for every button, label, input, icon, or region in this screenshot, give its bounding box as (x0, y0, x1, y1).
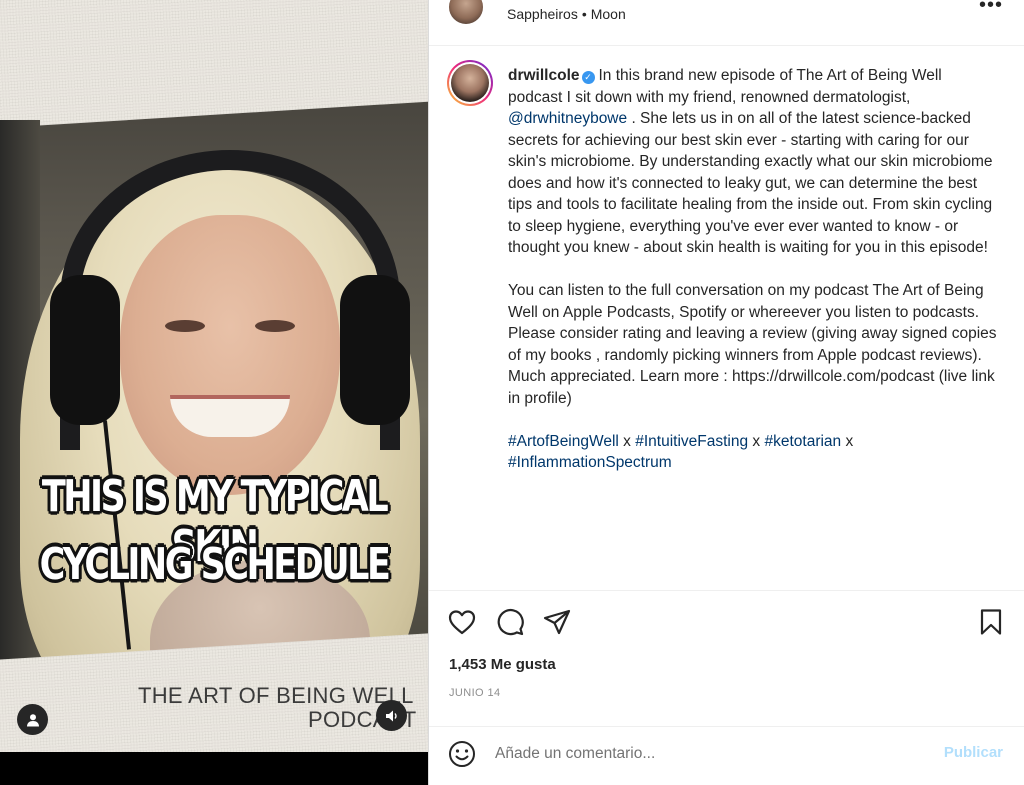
comment-input[interactable] (495, 741, 915, 767)
post-header: Sappheiros • Moon ••• (429, 0, 1024, 46)
caption-part: . She lets us in on all of the latest sc… (508, 110, 993, 256)
caption-paragraph: drwillcole ✓ In this brand new episode of … (508, 65, 998, 259)
heart-icon[interactable] (447, 607, 477, 637)
more-icon: ••• (978, 0, 1003, 16)
audio-track[interactable]: Moon (591, 6, 626, 22)
hashtag-link[interactable]: #InflammationSpectrum (508, 454, 672, 471)
post-details: Sappheiros • Moon ••• drwillcole ✓ In this b… (428, 0, 1024, 785)
sound-toggle-button[interactable] (376, 700, 407, 731)
publish-button[interactable]: Publicar (944, 744, 1003, 761)
video-overlay-caption: CYCLING SCHEDULE (39, 540, 391, 590)
avatar-photo (451, 64, 489, 102)
hashtag-link[interactable]: #ArtofBeingWell (508, 433, 619, 450)
hashtag-separator: x (841, 432, 854, 450)
comment-icon[interactable] (495, 607, 525, 637)
caption-text: drwillcole ✓ In this brand new episode of … (508, 65, 998, 495)
sound-off-icon (385, 710, 397, 721)
caption-paragraph: You can listen to the full conversation … (508, 282, 997, 407)
hashtag-separator: x (618, 432, 636, 450)
emoji-icon[interactable] (447, 739, 477, 769)
audio-artist[interactable]: Sappheiros (507, 6, 578, 22)
hashtag-line: #ArtofBeingWell x #IntuitiveFasting x #k… (508, 431, 998, 474)
username-link[interactable]: drwillcole (508, 67, 580, 84)
avatar[interactable] (447, 60, 493, 106)
linen-background-top (0, 0, 428, 130)
hashtag-separator: x (748, 432, 765, 450)
user-tag-icon (26, 713, 39, 726)
audio-separator: • (581, 6, 587, 22)
hashtag-link[interactable]: #ketotarian (764, 433, 841, 450)
audio-attribution[interactable]: Sappheiros • Moon (507, 6, 626, 22)
hashtag-link[interactable]: #IntuitiveFasting (635, 433, 748, 450)
more-options-button[interactable]: ••• (979, 0, 1003, 17)
post-date[interactable]: JUNIO 14 (449, 687, 501, 699)
bookmark-icon[interactable] (976, 607, 1006, 637)
headphone-cup (50, 275, 120, 425)
comment-bar: Publicar (429, 726, 1024, 785)
share-icon[interactable] (542, 607, 572, 637)
headphone-cup (340, 275, 410, 425)
video-frame: THIS IS MY TYPICAL SKIN CYCLING SCHEDULE… (0, 0, 428, 752)
verified-icon: ✓ (581, 71, 595, 84)
avatar-inner (449, 62, 491, 104)
mention-link[interactable]: @drwhitneybowe (508, 110, 627, 127)
user-tag-button[interactable] (17, 704, 48, 735)
avatar[interactable] (447, 0, 485, 26)
likes-count[interactable]: 1,453 Me gusta (449, 656, 556, 673)
reel-video[interactable]: THIS IS MY TYPICAL SKIN CYCLING SCHEDULE… (0, 0, 428, 785)
podcast-title-line: THE ART OF BEING WELL (138, 683, 414, 708)
